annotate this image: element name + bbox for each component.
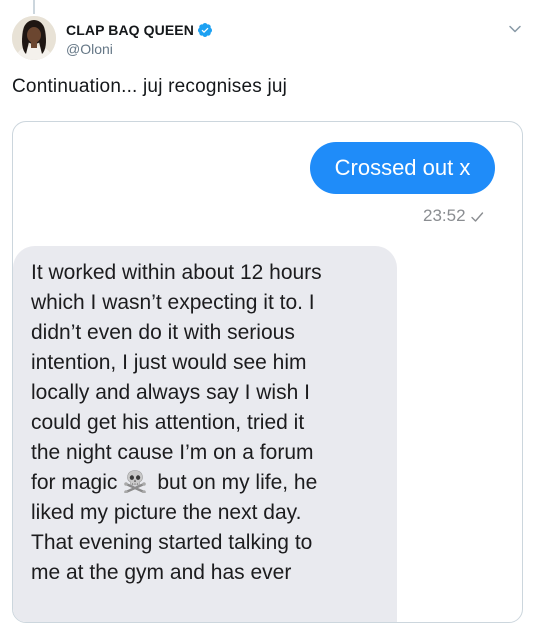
tweet-author[interactable]: CLAP BAQ QUEEN @Oloni bbox=[66, 21, 213, 58]
message-line: intention, I just would see him bbox=[31, 351, 307, 374]
tweet-text: Continuation... juj recognises juj bbox=[12, 76, 288, 97]
skull-and-crossbones-icon bbox=[123, 469, 147, 494]
message-line: It worked within about 12 hours bbox=[31, 261, 322, 284]
message-line: which I wasn’t expecting it to. I bbox=[31, 291, 315, 314]
message-line: didn’t even do it with serious bbox=[31, 321, 295, 344]
message-line: me at the gym and has ever bbox=[31, 561, 292, 584]
avatar[interactable] bbox=[12, 16, 56, 60]
checkmark-icon bbox=[470, 209, 484, 223]
message-line: the night cause I’m on a forum bbox=[31, 441, 314, 464]
avatar-image bbox=[12, 16, 56, 60]
message-line: locally and always say I wish I bbox=[31, 381, 310, 404]
display-name[interactable]: CLAP BAQ QUEEN bbox=[66, 21, 194, 39]
message-fragment: for magic bbox=[31, 471, 118, 494]
incoming-message-text: It worked within about 12 hours which I … bbox=[31, 258, 391, 588]
message-timestamp: 23:52 bbox=[423, 206, 466, 225]
incoming-message-bubble: It worked within about 12 hours which I … bbox=[13, 246, 397, 622]
handle[interactable]: @Oloni bbox=[66, 40, 213, 58]
message-meta: 23:52 bbox=[423, 206, 484, 226]
verified-badge-icon bbox=[197, 22, 213, 38]
message-line-with-emoji: for magic but on my life, he bbox=[31, 468, 391, 498]
display-name-row: CLAP BAQ QUEEN bbox=[66, 21, 213, 39]
message-line: That evening started talking to bbox=[31, 531, 313, 554]
attached-screenshot[interactable]: Crossed out x 23:52 It worked within abo… bbox=[12, 121, 523, 623]
tweet[interactable]: CLAP BAQ QUEEN @Oloni Continuation... ju… bbox=[0, 0, 538, 623]
message-line: could get his attention, tried it bbox=[31, 411, 305, 434]
message-fragment: but on my life, he bbox=[157, 471, 318, 494]
outgoing-message-text: Crossed out x bbox=[334, 155, 471, 180]
outgoing-message-bubble: Crossed out x bbox=[310, 142, 495, 194]
chevron-down-icon[interactable] bbox=[508, 22, 522, 36]
message-line: liked my picture the next day. bbox=[31, 501, 302, 524]
